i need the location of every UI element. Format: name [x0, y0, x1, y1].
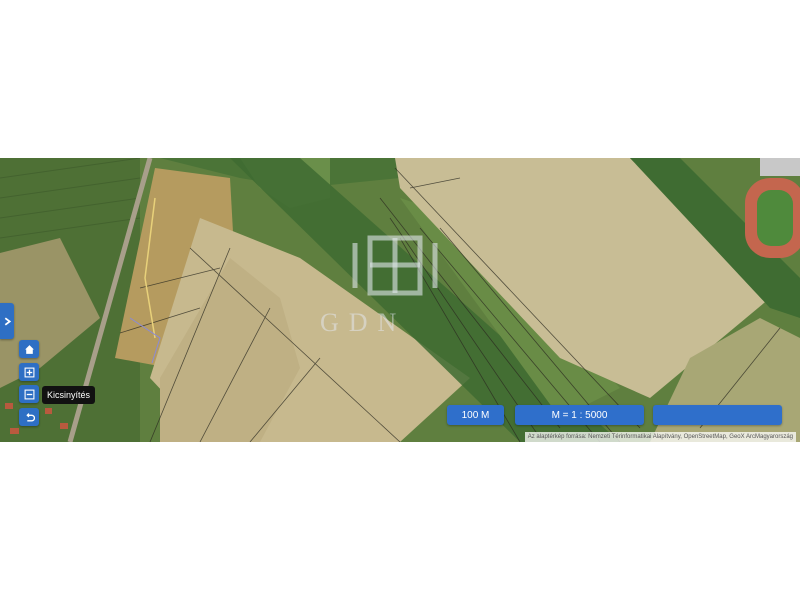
- watermark-text: GDN: [320, 308, 407, 337]
- ratio-button[interactable]: M = 1 : 5000: [515, 405, 644, 425]
- extra-map-button[interactable]: [653, 405, 782, 425]
- scale-button[interactable]: 100 M: [447, 405, 504, 425]
- chevron-right-icon: [4, 316, 11, 326]
- zoom-in-button[interactable]: [19, 363, 39, 381]
- map-viewport[interactable]: GDN Kicsinyítés 100 M M = 1 : 5000 Az al…: [0, 158, 800, 442]
- map-attribution: Az alaptérkép forrása: Nemzeti Térinform…: [524, 432, 796, 442]
- home-icon: [24, 344, 34, 354]
- home-button[interactable]: [19, 340, 39, 358]
- undo-button[interactable]: [19, 408, 39, 426]
- undo-icon: [25, 412, 35, 421]
- expand-panel-button[interactable]: [0, 303, 14, 339]
- zoom-out-button[interactable]: [19, 385, 39, 403]
- zoom-out-icon: [24, 389, 34, 399]
- zoom-out-tooltip: Kicsinyítés: [42, 386, 96, 404]
- zoom-in-icon: [24, 367, 34, 377]
